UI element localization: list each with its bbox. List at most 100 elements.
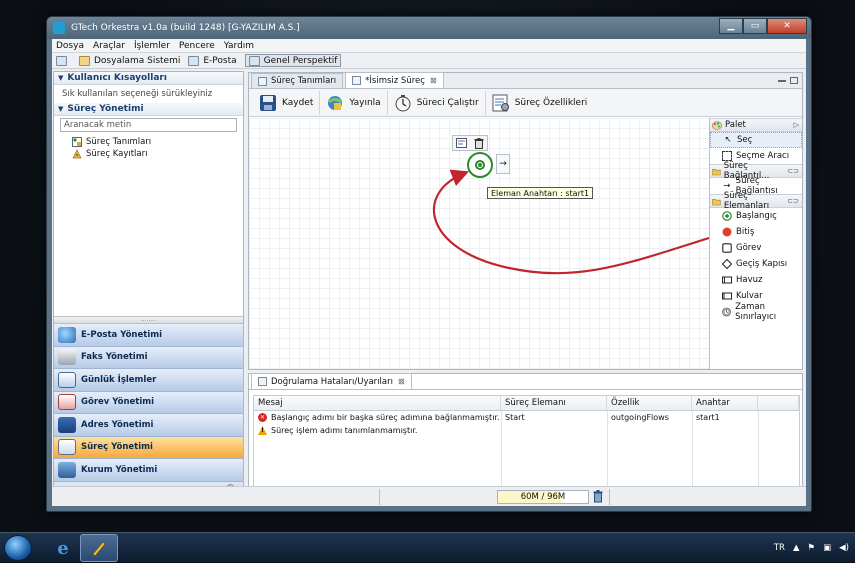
tree-item-label: Süreç Tanımları xyxy=(86,137,152,147)
start-event-icon xyxy=(722,211,732,221)
row-property: outgoingFlows xyxy=(611,413,669,422)
tab-surec-tanimlari[interactable]: Süreç Tanımları xyxy=(251,73,344,88)
checklist-icon xyxy=(58,371,76,388)
start-button[interactable] xyxy=(4,535,32,561)
app-icon xyxy=(53,22,65,34)
column-header-mesaj[interactable]: Mesaj xyxy=(254,396,501,410)
pin-icon[interactable]: ⊂⊃ xyxy=(787,197,799,205)
palette-select-tool[interactable]: ↖ Seç xyxy=(710,132,802,148)
palette-panel: Palet ▷ ↖ Seç Seçme Aracı Süreç Bağlantı… xyxy=(709,118,802,369)
table-header: Mesaj Süreç Elemanı Özellik Anahtar xyxy=(254,396,799,411)
window-icon xyxy=(56,55,67,66)
save-icon xyxy=(260,94,276,111)
collapse-icon: ▼ xyxy=(58,105,64,113)
menu-araclar[interactable]: Araçlar xyxy=(93,41,125,51)
toolbar-perspective-button[interactable]: Genel Perspektif xyxy=(244,54,342,67)
elements-drawer[interactable]: Süreç Elemanları ⊂⊃ xyxy=(710,191,802,211)
panel-splitter[interactable]: ........ xyxy=(54,316,243,324)
process-properties-button[interactable]: Süreç Özellikleri xyxy=(486,91,594,115)
navigation-buttons: E-Posta Yönetimi Faks Yönetimi Günlük İş… xyxy=(54,324,243,502)
palette-header-label: Palet xyxy=(725,120,746,130)
nav-faks-yonetimi[interactable]: Faks Yönetimi xyxy=(54,346,243,369)
stopwatch-icon xyxy=(395,94,411,111)
save-label: Kaydet xyxy=(282,97,314,108)
nav-adres-yonetimi[interactable]: Adres Yönetimi xyxy=(54,414,243,437)
toolbar-perspective-label: Genel Perspektif xyxy=(263,55,338,66)
perspective-icon xyxy=(248,55,260,66)
row-message: ! Süreç işlem adımı tanımlanmamıştır. xyxy=(254,424,501,437)
internet-explorer-icon[interactable]: e xyxy=(44,534,82,562)
shortcuts-header[interactable]: ▼ Kullanıcı Kısayolları xyxy=(54,72,243,85)
menu-pencere[interactable]: Pencere xyxy=(179,41,215,51)
toolbar-dosyalama-button[interactable]: Dosyalama Sistemi xyxy=(79,55,180,66)
gateway-diamond-icon xyxy=(722,259,732,269)
menu-yardim[interactable]: Yardım xyxy=(224,41,254,51)
volume-icon[interactable]: ◀) xyxy=(839,543,849,553)
column-header-element[interactable]: Süreç Elemanı xyxy=(501,396,607,410)
nav-surec-yonetimi[interactable]: Süreç Yönetimi xyxy=(54,436,243,459)
palette-pool[interactable]: Havuz xyxy=(710,272,802,288)
arrow-right-icon: → xyxy=(723,181,731,191)
publish-button[interactable]: Yayınla xyxy=(320,90,388,115)
palette-header[interactable]: Palet ▷ xyxy=(710,118,802,132)
tree-item-surec-tanimlari[interactable]: Süreç Tanımları xyxy=(54,136,243,148)
menu-islemler[interactable]: İşlemler xyxy=(134,41,170,51)
nav-label: E-Posta Yönetimi xyxy=(81,329,162,340)
pin-icon[interactable]: ⊂⊃ xyxy=(787,167,799,175)
column-header-property[interactable]: Özellik xyxy=(607,396,692,410)
show-hidden-icons-icon[interactable]: ▲ xyxy=(793,543,800,553)
new-window-button[interactable] xyxy=(56,55,71,66)
nav-kurum-yonetimi[interactable]: Kurum Yönetimi xyxy=(54,459,243,482)
tab-close-icon[interactable]: ⊠ xyxy=(430,76,437,85)
palette-expand-icon[interactable]: ▷ xyxy=(794,121,799,129)
row-property xyxy=(607,424,692,437)
orkestra-taskbar-icon[interactable] xyxy=(80,534,118,562)
close-button[interactable]: ✕ xyxy=(767,18,807,34)
run-process-button[interactable]: Süreci Çalıştır xyxy=(388,90,486,115)
language-indicator[interactable]: TR xyxy=(774,543,785,553)
nav-gunluk-islemler[interactable]: Günlük İşlemler xyxy=(54,369,243,392)
palette-end-event[interactable]: Bitiş xyxy=(710,224,802,240)
nav-eposta-yonetimi[interactable]: E-Posta Yönetimi xyxy=(54,324,243,347)
maximize-view-icon[interactable] xyxy=(790,77,798,84)
message-text: Süreç işlem adımı tanımlanmamıştır. xyxy=(271,426,418,435)
palette-gateway[interactable]: Geçiş Kapısı xyxy=(710,256,802,272)
network-icon[interactable]: ▣ xyxy=(823,543,831,553)
nav-gorev-yonetimi[interactable]: Görev Yönetimi xyxy=(54,391,243,414)
nav-label: Süreç Yönetimi xyxy=(81,442,153,453)
maximize-button[interactable]: ▭ xyxy=(743,18,767,34)
title-bar[interactable]: GTech Orkestra v1.0a (build 1248) [G-YAZ… xyxy=(47,17,811,39)
editor-toolbar: Kaydet Yayınla Süreci Çalıştır Süreç Öze… xyxy=(249,89,802,117)
shortcuts-hint: Sık kullanılan seçeneği sürükleyiniz xyxy=(62,89,213,99)
tab-close-icon[interactable]: ⊠ xyxy=(398,377,405,386)
process-header[interactable]: ▼ Süreç Yönetimi xyxy=(54,103,243,116)
minimize-button[interactable]: ▁ xyxy=(719,18,743,34)
nav-label: Günlük İşlemler xyxy=(81,374,157,385)
nav-label: Faks Yönetimi xyxy=(81,352,148,363)
nav-label: Adres Yönetimi xyxy=(81,419,154,430)
action-center-flag-icon[interactable]: ⚑ xyxy=(807,543,815,553)
minimize-view-icon[interactable] xyxy=(778,79,786,82)
validation-tabs: Doğrulama Hataları/Uyarıları ⊠ xyxy=(249,373,802,390)
column-header-key[interactable]: Anahtar xyxy=(692,396,758,410)
row-key xyxy=(692,424,758,437)
cursor-icon: ↖ xyxy=(724,135,732,145)
toolbar-eposta-button[interactable]: E-Posta xyxy=(188,55,237,66)
menu-dosya[interactable]: Dosya xyxy=(56,41,84,51)
tree-item-surec-kayitlari[interactable]: Süreç Kayıtları xyxy=(54,148,243,160)
row-element: Start xyxy=(505,413,525,422)
garbage-collect-icon[interactable] xyxy=(593,490,603,503)
table-row[interactable]: ✕ Başlangıç adımı bir başka süreç adımına… xyxy=(254,411,799,424)
diagram-canvas[interactable]: → Eleman Anahtarı : start1 xyxy=(249,118,709,369)
tab-isimsiz-surec[interactable]: *İsimsiz Süreç ⊠ xyxy=(345,72,444,88)
run-process-label: Süreci Çalıştır xyxy=(416,97,479,108)
table-row[interactable]: ! Süreç işlem adımı tanımlanmamıştır. xyxy=(254,424,799,437)
search-input[interactable]: Aranacak metin xyxy=(60,118,237,132)
palette-task[interactable]: Görev xyxy=(710,240,802,256)
palette-start-event[interactable]: Başlangıç xyxy=(710,208,802,224)
tab-validation[interactable]: Doğrulama Hataları/Uyarıları ⊠ xyxy=(251,373,412,389)
palette-timer[interactable]: Zaman Sınırlayıcı xyxy=(710,302,802,322)
save-button[interactable]: Kaydet xyxy=(253,90,321,115)
error-icon: ✕ xyxy=(258,413,267,422)
palette-item-label: Bitiş xyxy=(736,227,755,237)
